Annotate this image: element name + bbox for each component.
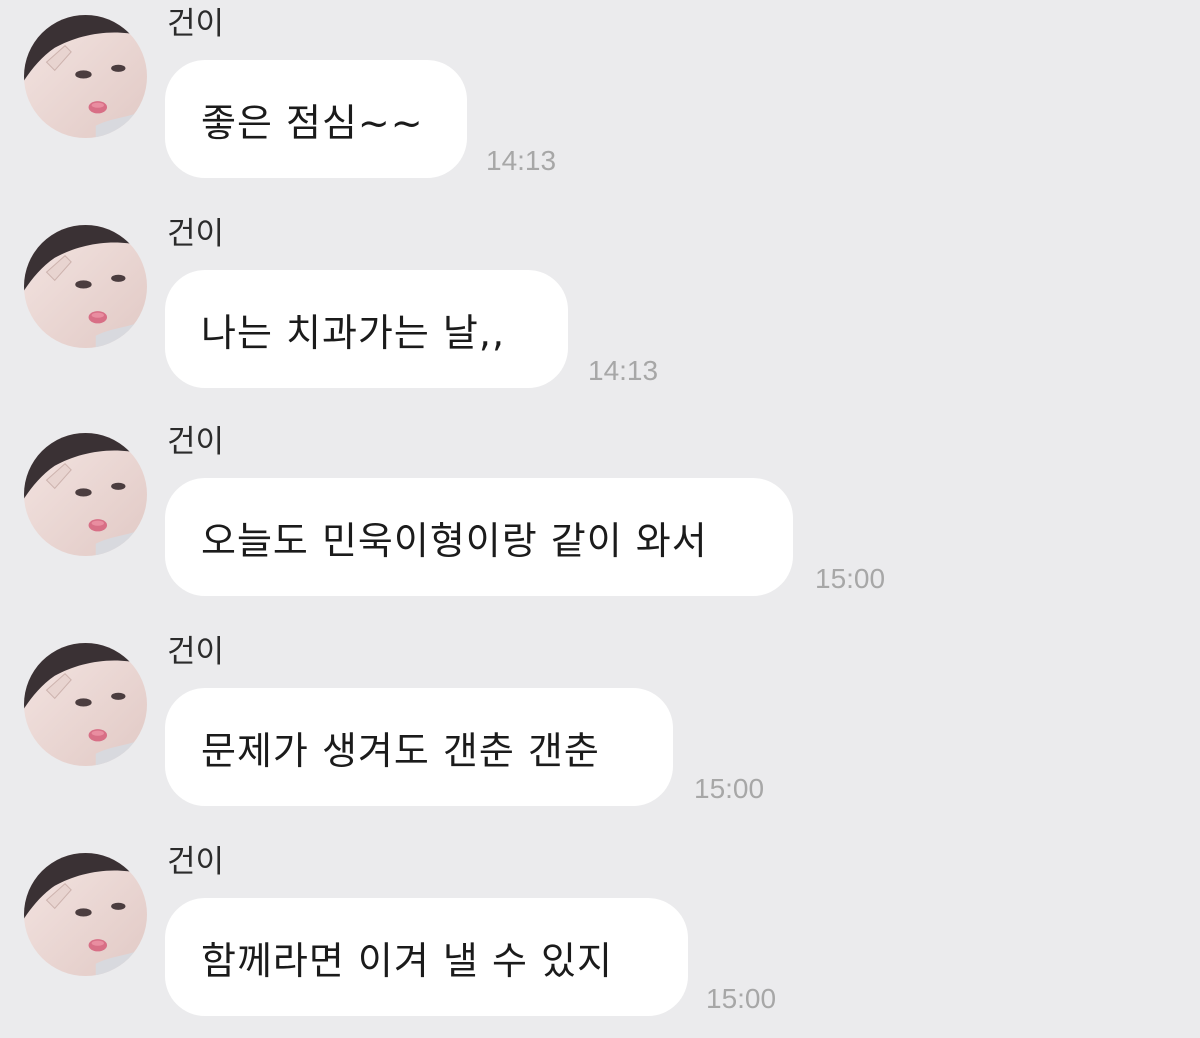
chat-message: 건이 함께라면 이겨 낼 수 있지 15:00 <box>0 838 1200 1038</box>
chat-message: 건이 좋은 점심~~ 14:13 <box>0 0 1200 200</box>
message-timestamp: 14:13 <box>588 355 659 386</box>
message-timestamp: 15:00 <box>815 563 886 594</box>
avatar-photo <box>24 433 147 556</box>
sender-name: 건이 <box>167 424 225 460</box>
avatar[interactable] <box>24 643 147 766</box>
avatar-photo <box>24 643 147 766</box>
avatar[interactable] <box>24 853 147 976</box>
message-bubble[interactable]: 문제가 생겨도 갠춘 갠춘 <box>165 688 673 806</box>
message-timestamp: 14:13 <box>486 145 557 176</box>
message-bubble[interactable]: 함께라면 이겨 낼 수 있지 <box>165 898 688 1016</box>
message-text: 함께라면 이겨 낼 수 있지 <box>201 938 613 983</box>
avatar[interactable] <box>24 225 147 348</box>
avatar[interactable] <box>24 15 147 138</box>
message-text: 나는 치과가는 날,, <box>201 310 506 355</box>
message-timestamp: 15:00 <box>694 773 765 804</box>
message-timestamp: 15:00 <box>706 983 777 1014</box>
message-text: 좋은 점심~~ <box>201 100 424 145</box>
chat-message: 건이 문제가 생겨도 갠춘 갠춘 15:00 <box>0 628 1200 828</box>
avatar[interactable] <box>24 433 147 556</box>
message-text: 문제가 생겨도 갠춘 갠춘 <box>201 728 600 773</box>
avatar-photo <box>24 15 147 138</box>
sender-name: 건이 <box>167 634 225 670</box>
sender-name: 건이 <box>167 216 225 252</box>
message-bubble[interactable]: 오늘도 민욱이형이랑 같이 와서 <box>165 478 793 596</box>
avatar-photo <box>24 853 147 976</box>
sender-name: 건이 <box>167 6 225 42</box>
chat-message: 건이 나는 치과가는 날,, 14:13 <box>0 210 1200 410</box>
message-text: 오늘도 민욱이형이랑 같이 와서 <box>201 518 708 563</box>
chat-message: 건이 오늘도 민욱이형이랑 같이 와서 15:00 <box>0 418 1200 618</box>
message-bubble[interactable]: 나는 치과가는 날,, <box>165 270 568 388</box>
sender-name: 건이 <box>167 844 225 880</box>
avatar-photo <box>24 225 147 348</box>
message-bubble[interactable]: 좋은 점심~~ <box>165 60 467 178</box>
